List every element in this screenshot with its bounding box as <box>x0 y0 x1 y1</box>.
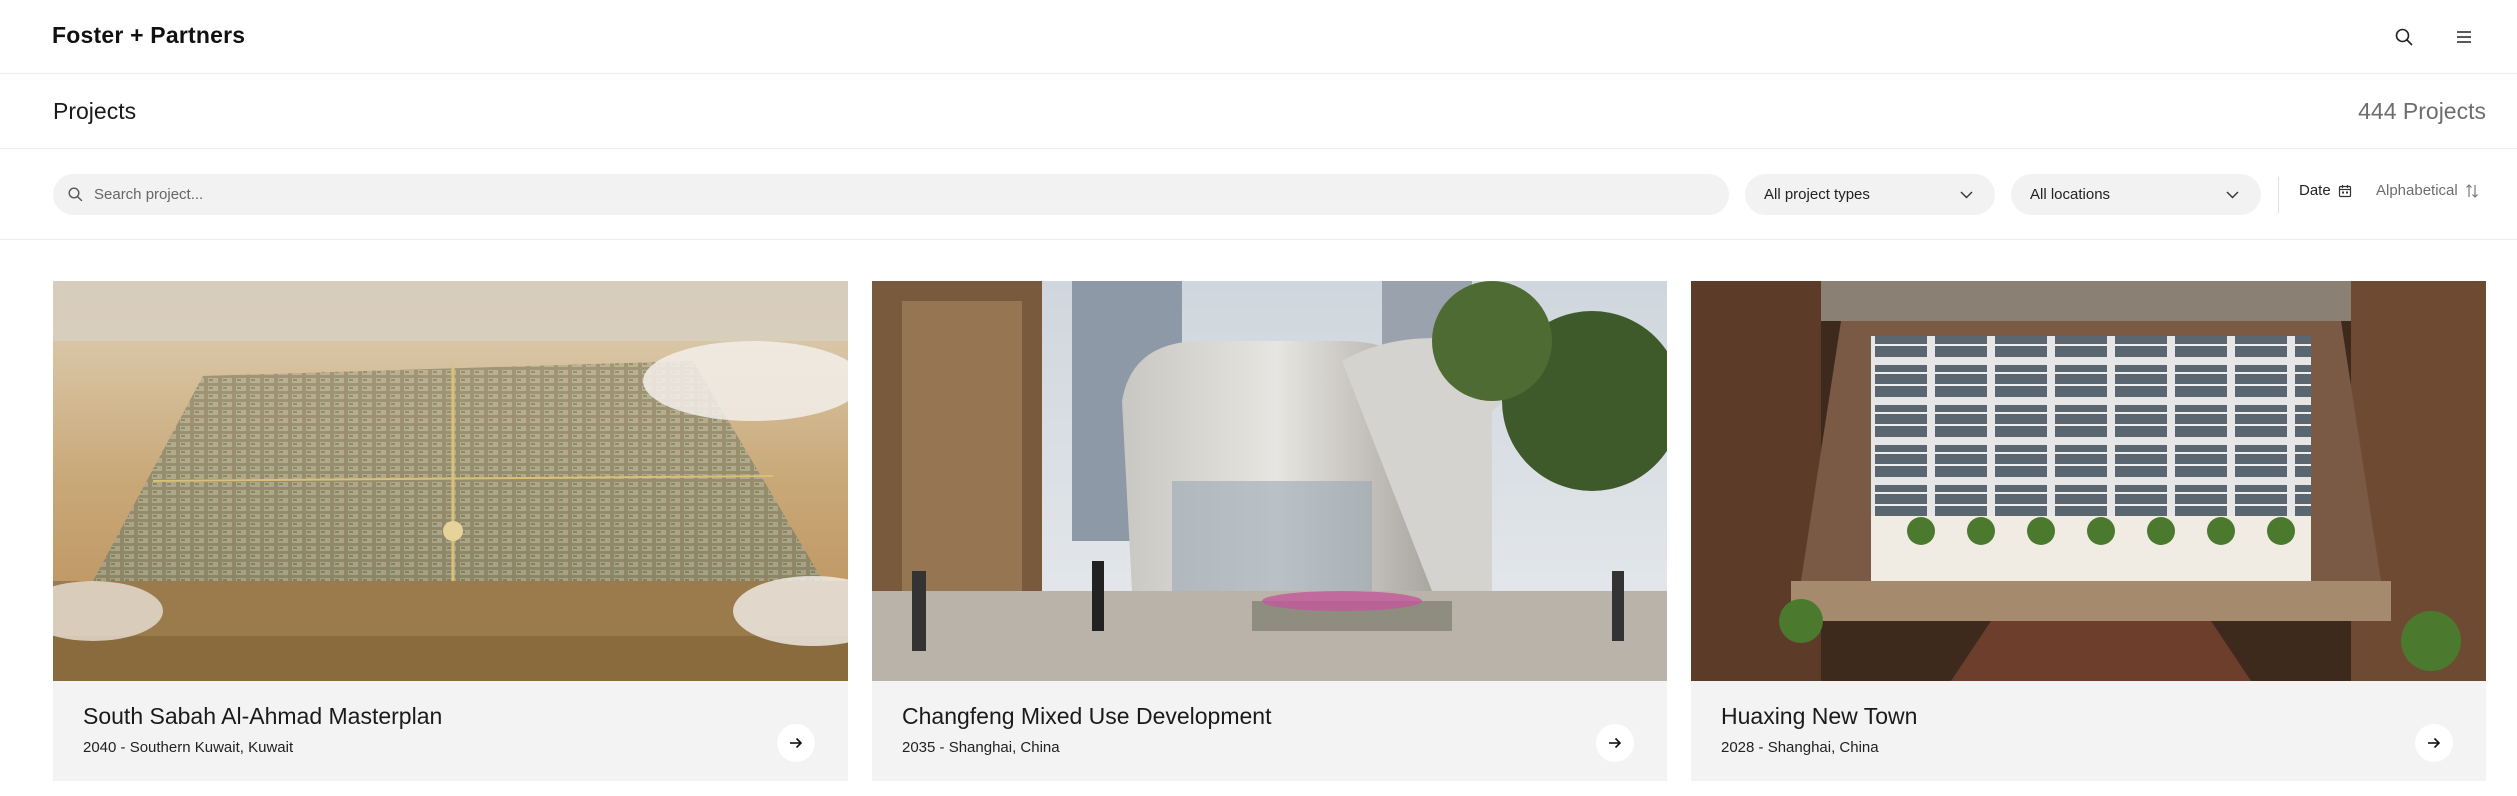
project-image[interactable] <box>53 281 848 681</box>
filter-divider <box>2278 177 2279 213</box>
project-count: 444 Projects <box>2358 98 2486 124</box>
sort-date-label: Date <box>2299 182 2331 199</box>
page-title: Projects <box>53 98 137 124</box>
project-meta: 2028 - Shanghai, China <box>1721 739 1879 756</box>
chevron-down-icon <box>2226 186 2239 204</box>
locations-label: All locations <box>2030 186 2111 203</box>
project-name[interactable]: Changfeng Mixed Use Development <box>902 703 1271 730</box>
hamburger-menu-icon[interactable] <box>2449 22 2479 52</box>
project-info: Huaxing New Town 2028 - Shanghai, China <box>1691 681 2486 781</box>
site-header: Foster + Partners <box>0 0 2517 74</box>
page-title-bar: Projects 444 Projects <box>0 74 2517 149</box>
project-name[interactable]: Huaxing New Town <box>1721 703 1917 730</box>
sort-alpha-icon <box>2465 183 2479 198</box>
sort-alphabetical-button[interactable]: Alphabetical <box>2376 182 2479 199</box>
filter-bar: All project types All locations Date Alp… <box>0 149 2517 240</box>
project-name[interactable]: South Sabah Al-Ahmad Masterplan <box>83 703 442 730</box>
project-meta: 2035 - Shanghai, China <box>902 739 1060 756</box>
site-logo[interactable]: Foster + Partners <box>52 22 245 49</box>
project-card[interactable]: Huaxing New Town 2028 - Shanghai, China <box>1691 281 2486 781</box>
search-icon[interactable] <box>2389 22 2419 52</box>
project-card[interactable]: Changfeng Mixed Use Development 2035 - S… <box>872 281 1667 781</box>
calendar-icon <box>2338 184 2352 198</box>
arrow-right-icon[interactable] <box>2415 724 2453 762</box>
locations-dropdown[interactable]: All locations <box>2011 174 2261 215</box>
project-meta: 2040 - Southern Kuwait, Kuwait <box>83 739 294 756</box>
project-types-dropdown[interactable]: All project types <box>1745 174 1995 215</box>
search-icon <box>68 186 84 203</box>
search-input[interactable] <box>94 176 1694 213</box>
arrow-right-icon[interactable] <box>1596 724 1634 762</box>
project-info: South Sabah Al-Ahmad Masterplan 2040 - S… <box>53 681 848 781</box>
project-info: Changfeng Mixed Use Development 2035 - S… <box>872 681 1667 781</box>
chevron-down-icon <box>1960 186 1973 204</box>
project-card[interactable]: South Sabah Al-Ahmad Masterplan 2040 - S… <box>53 281 848 781</box>
sort-alpha-label: Alphabetical <box>2376 182 2458 199</box>
project-image[interactable] <box>872 281 1667 681</box>
project-types-label: All project types <box>1764 186 1870 203</box>
project-search[interactable] <box>53 174 1729 215</box>
sort-by-date-button[interactable]: Date <box>2299 182 2352 199</box>
project-image[interactable] <box>1691 281 2486 681</box>
arrow-right-icon[interactable] <box>777 724 815 762</box>
